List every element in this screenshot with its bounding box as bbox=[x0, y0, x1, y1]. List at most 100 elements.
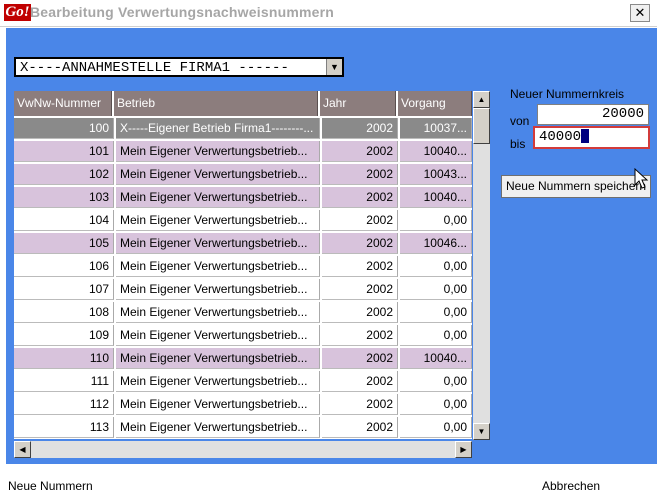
cell-nr[interactable]: 107 bbox=[14, 279, 114, 300]
cell-betrieb[interactable]: Mein Eigener Verwertungsbetrieb... bbox=[116, 348, 320, 369]
cell-jahr[interactable]: 2002 bbox=[322, 118, 398, 139]
cell-betrieb[interactable]: Mein Eigener Verwertungsbetrieb... bbox=[116, 187, 320, 208]
cell-vorgang[interactable]: 0,00 bbox=[400, 417, 472, 438]
cell-betrieb[interactable]: Mein Eigener Verwertungsbetrieb... bbox=[116, 141, 320, 162]
cell-betrieb[interactable]: Mein Eigener Verwertungsbetrieb... bbox=[116, 210, 320, 231]
cell-jahr[interactable]: 2002 bbox=[322, 164, 398, 185]
cell-jahr[interactable]: 2002 bbox=[322, 302, 398, 323]
table-row[interactable]: 110 Mein Eigener Verwertungsbetrieb... 200… bbox=[14, 348, 472, 369]
cell-vorgang[interactable]: 10043... bbox=[400, 164, 472, 185]
column-header-nummer[interactable]: VwNw-Nummer bbox=[14, 91, 112, 116]
cell-nr[interactable]: 100 bbox=[14, 118, 114, 139]
cell-nr[interactable]: 104 bbox=[14, 210, 114, 231]
vertical-scrollbar[interactable]: ▲ ▼ bbox=[473, 91, 490, 440]
table-row[interactable]: 109 Mein Eigener Verwertungsbetrieb... 200… bbox=[14, 325, 472, 346]
cell-nr[interactable]: 102 bbox=[14, 164, 114, 185]
scroll-right-icon[interactable]: ▶ bbox=[455, 441, 472, 458]
to-input-value: 40000 bbox=[539, 129, 582, 145]
cell-betrieb[interactable]: Mein Eigener Verwertungsbetrieb... bbox=[116, 279, 320, 300]
table-row[interactable]: 105 Mein Eigener Verwertungsbetrieb... 200… bbox=[14, 233, 472, 254]
table-row[interactable]: 103 Mein Eigener Verwertungsbetrieb... 200… bbox=[14, 187, 472, 208]
cell-nr[interactable]: 101 bbox=[14, 141, 114, 162]
cell-nr[interactable]: 106 bbox=[14, 256, 114, 277]
cell-nr[interactable]: 108 bbox=[14, 302, 114, 323]
cell-vorgang[interactable]: 10040... bbox=[400, 141, 472, 162]
from-input[interactable]: 20000 bbox=[537, 104, 649, 125]
cell-betrieb[interactable]: X-----Eigener Betrieb Firma1--------... bbox=[116, 118, 320, 139]
to-label: bis bbox=[510, 137, 526, 151]
cell-vorgang[interactable]: 10040... bbox=[400, 187, 472, 208]
table-row[interactable]: 101 Mein Eigener Verwertungsbetrieb... 200… bbox=[14, 141, 472, 162]
scroll-left-icon[interactable]: ◀ bbox=[14, 441, 31, 458]
cell-betrieb[interactable]: Mein Eigener Verwertungsbetrieb... bbox=[116, 302, 320, 323]
cell-vorgang[interactable]: 0,00 bbox=[400, 279, 472, 300]
cell-jahr[interactable]: 2002 bbox=[322, 417, 398, 438]
cell-nr[interactable]: 103 bbox=[14, 187, 114, 208]
cell-betrieb[interactable]: Mein Eigener Verwertungsbetrieb... bbox=[116, 233, 320, 254]
range-heading: Neuer Nummernkreis bbox=[510, 87, 625, 101]
cell-nr[interactable]: 110 bbox=[14, 348, 114, 369]
cell-nr[interactable]: 109 bbox=[14, 325, 114, 346]
scroll-down-icon[interactable]: ▼ bbox=[473, 423, 490, 440]
cell-jahr[interactable]: 2002 bbox=[322, 256, 398, 277]
app-logo: Go! bbox=[4, 4, 31, 21]
close-button[interactable]: ✕ bbox=[630, 4, 650, 22]
to-input[interactable]: 40000 bbox=[533, 126, 650, 149]
table-row[interactable]: 102 Mein Eigener Verwertungsbetrieb... 200… bbox=[14, 164, 472, 185]
text-cursor-icon bbox=[581, 129, 590, 144]
cell-betrieb[interactable]: Mein Eigener Verwertungsbetrieb... bbox=[116, 164, 320, 185]
cell-jahr[interactable]: 2002 bbox=[322, 233, 398, 254]
cell-vorgang[interactable]: 0,00 bbox=[400, 394, 472, 415]
cell-nr[interactable]: 113 bbox=[14, 417, 114, 438]
table-row[interactable]: 108 Mein Eigener Verwertungsbetrieb... 200… bbox=[14, 302, 472, 323]
cell-jahr[interactable]: 2002 bbox=[322, 371, 398, 392]
table-row[interactable]: 112 Mein Eigener Verwertungsbetrieb... 200… bbox=[14, 394, 472, 415]
cell-vorgang[interactable]: 0,00 bbox=[400, 256, 472, 277]
table-row[interactable]: 111 Mein Eigener Verwertungsbetrieb... 200… bbox=[14, 371, 472, 392]
company-select[interactable]: X----ANNAHMESTELLE FIRMA1 ------ ▼ bbox=[14, 57, 344, 77]
cell-jahr[interactable]: 2002 bbox=[322, 348, 398, 369]
cell-betrieb[interactable]: Mein Eigener Verwertungsbetrieb... bbox=[116, 371, 320, 392]
table-row[interactable]: 113 Mein Eigener Verwertungsbetrieb... 200… bbox=[14, 417, 472, 438]
cell-jahr[interactable]: 2002 bbox=[322, 325, 398, 346]
cell-jahr[interactable]: 2002 bbox=[322, 394, 398, 415]
window-title: Bearbeitung Verwertungsnachweisnummern bbox=[30, 4, 335, 20]
cell-nr[interactable]: 105 bbox=[14, 233, 114, 254]
cell-vorgang[interactable]: 0,00 bbox=[400, 325, 472, 346]
cell-jahr[interactable]: 2002 bbox=[322, 210, 398, 231]
horizontal-scrollbar[interactable]: ◀ ▶ bbox=[14, 441, 472, 458]
cell-nr[interactable]: 111 bbox=[14, 371, 114, 392]
cell-jahr[interactable]: 2002 bbox=[322, 279, 398, 300]
save-numbers-button[interactable]: Neue Nummern speichern bbox=[501, 175, 651, 198]
company-select-value: X----ANNAHMESTELLE FIRMA1 ------ bbox=[20, 60, 289, 76]
title-bar: Go! Bearbeitung Verwertungsnachweisnumme… bbox=[0, 0, 657, 27]
cell-betrieb[interactable]: Mein Eigener Verwertungsbetrieb... bbox=[116, 417, 320, 438]
table-row[interactable]: 104 Mein Eigener Verwertungsbetrieb... 200… bbox=[14, 210, 472, 231]
column-header-jahr[interactable]: Jahr bbox=[320, 91, 396, 116]
new-numbers-button[interactable]: Neue Nummern bbox=[8, 479, 93, 493]
cell-jahr[interactable]: 2002 bbox=[322, 141, 398, 162]
table-row[interactable]: 100 X-----Eigener Betrieb Firma1--------.… bbox=[14, 118, 472, 139]
column-header-betrieb[interactable]: Betrieb bbox=[114, 91, 318, 116]
table-row[interactable]: 106 Mein Eigener Verwertungsbetrieb... 200… bbox=[14, 256, 472, 277]
from-label: von bbox=[510, 114, 530, 128]
cell-vorgang[interactable]: 0,00 bbox=[400, 371, 472, 392]
cell-jahr[interactable]: 2002 bbox=[322, 187, 398, 208]
cell-vorgang[interactable]: 0,00 bbox=[400, 210, 472, 231]
column-header-vorgang[interactable]: Vorgang bbox=[398, 91, 472, 116]
mouse-pointer-icon bbox=[634, 168, 649, 189]
cell-betrieb[interactable]: Mein Eigener Verwertungsbetrieb... bbox=[116, 256, 320, 277]
cell-vorgang[interactable]: 10040... bbox=[400, 348, 472, 369]
cell-betrieb[interactable]: Mein Eigener Verwertungsbetrieb... bbox=[116, 394, 320, 415]
cancel-button[interactable]: Abbrechen bbox=[542, 479, 600, 493]
cell-betrieb[interactable]: Mein Eigener Verwertungsbetrieb... bbox=[116, 325, 320, 346]
cell-vorgang[interactable]: 0,00 bbox=[400, 302, 472, 323]
scroll-up-icon[interactable]: ▲ bbox=[473, 91, 490, 108]
scroll-thumb[interactable] bbox=[473, 108, 490, 144]
cell-vorgang[interactable]: 10037... bbox=[400, 118, 472, 139]
dropdown-arrow-icon[interactable]: ▼ bbox=[326, 59, 342, 75]
table-row[interactable]: 107 Mein Eigener Verwertungsbetrieb... 200… bbox=[14, 279, 472, 300]
cell-nr[interactable]: 112 bbox=[14, 394, 114, 415]
cell-vorgang[interactable]: 10046... bbox=[400, 233, 472, 254]
numbers-table: VwNw-Nummer Betrieb Jahr Vorgang 100 X---… bbox=[14, 91, 472, 439]
